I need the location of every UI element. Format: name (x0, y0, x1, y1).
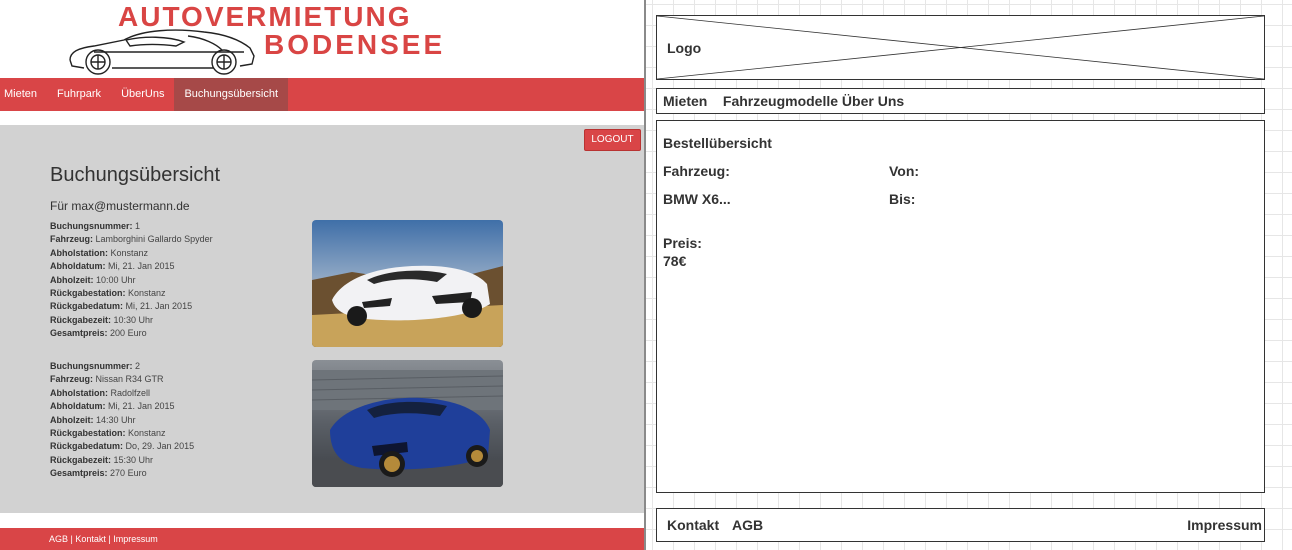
wireframe-logo-box: Logo (656, 15, 1265, 80)
nav-item-fuhrpark[interactable]: Fuhrpark (47, 78, 111, 111)
wireframe-price-value: 78€ (663, 253, 687, 269)
wireframe-to-label: Bis: (889, 191, 916, 207)
nav-item-mieten[interactable]: Mieten (0, 78, 47, 111)
footer-link-agb[interactable]: AGB (49, 534, 68, 544)
main-navigation: Mieten Fuhrpark ÜberUns Buchungsübersich… (0, 78, 644, 111)
booking-pickup-date-row: Abholdatum: Mi, 21. Jan 2015 (50, 261, 175, 272)
booking-return-time-row: Rückgabezeit: 15:30 Uhr (50, 454, 154, 465)
wireframe-section-title: Bestellübersicht (663, 135, 772, 151)
wireframe-vehicle-label: Fahrzeug: (663, 163, 730, 179)
car-photo-white-sports-car (312, 220, 503, 347)
wireframe-footer-agb: AGB (732, 517, 764, 533)
booking-return-time-row: Rückgabezeit: 10:30 Uhr (50, 314, 154, 325)
wireframe-footer-kontakt: Kontakt (667, 517, 720, 533)
booking-return-station-row: Rückgabestation: Konstanz (50, 288, 166, 299)
wireframe-nav-box: Mieten Fahrzeugmodelle Über Uns (656, 88, 1265, 114)
site-logo-text-line2: BODENSEE (264, 29, 446, 60)
footer-link-impressum[interactable]: Impressum (113, 534, 158, 544)
wireframe-footer-impressum: Impressum (1187, 517, 1262, 533)
wireframe-mockup: Logo Mieten Fahrzeugmodelle Über Uns Bes… (646, 0, 1292, 550)
booking-vehicle-row: Fahrzeug: Nissan R34 GTR (50, 374, 164, 385)
booking-vehicle-row: Fahrzeug: Lamborghini Gallardo Spyder (50, 234, 213, 245)
site-footer: AGB | Kontakt | Impressum (0, 528, 644, 550)
page-title: Buchungsübersicht (50, 164, 221, 186)
logout-button[interactable]: LOGOUT (584, 129, 641, 151)
website-screenshot: AUTOVERMIETUNG BODENSEE Mieten Fuhrpark … (0, 0, 644, 550)
footer-link-kontakt[interactable]: Kontakt (75, 534, 106, 544)
nav-item-buchungsuebersicht[interactable]: Buchungsübersicht (174, 78, 289, 111)
booking-pickup-time-row: Abholzeit: 10:00 Uhr (50, 274, 136, 285)
booking-pickup-station-row: Abholstation: Radolfzell (50, 387, 151, 398)
booking-pickup-date-row: Abholdatum: Mi, 21. Jan 2015 (50, 401, 175, 412)
booking-return-date-row: Rückgabedatum: Do, 29. Jan 2015 (50, 441, 195, 452)
nav-item-ueberuns[interactable]: ÜberUns (111, 78, 174, 111)
booking-pickup-station-row: Abholstation: Konstanz (50, 247, 149, 258)
booking-overview-content: LOGOUT Buchungsübersicht Für max@musterm… (0, 125, 644, 513)
wireframe-from-label: Von: (889, 163, 920, 179)
booking-return-station-row: Rückgabestation: Konstanz (50, 428, 166, 439)
booking-total-price-row: Gesamtpreis: 200 Euro (50, 328, 147, 339)
wireframe-content-box: Bestellübersicht Fahrzeug: Von: BMW X6..… (656, 120, 1265, 493)
car-photo-blue-sports-car (312, 360, 503, 487)
wireframe-vehicle-value: BMW X6... (663, 191, 731, 207)
booking-number-row: Buchungsnummer: 1 (50, 221, 141, 231)
user-email-line: Für max@mustermann.de (50, 199, 190, 213)
wireframe-logo-label: Logo (667, 40, 702, 56)
booking-total-price-row: Gesamtpreis: 270 Euro (50, 468, 147, 479)
image-placeholder-cross-icon (657, 16, 1264, 79)
booking-return-date-row: Rückgabedatum: Mi, 21. Jan 2015 (50, 301, 193, 312)
wireframe-footer-box: Kontakt AGB Impressum (656, 508, 1265, 542)
booking-number-row: Buchungsnummer: 2 (50, 361, 141, 371)
site-header-logo[interactable]: AUTOVERMIETUNG BODENSEE (0, 0, 644, 78)
booking-entry-2: Buchungsnummer: 2 Fahrzeug: Nissan R34 G… (50, 360, 310, 481)
booking-entry-1: Buchungsnummer: 1 Fahrzeug: Lamborghini … (50, 220, 310, 341)
wireframe-price-label: Preis: (663, 235, 702, 251)
wireframe-nav-text: Mieten Fahrzeugmodelle Über Uns (663, 93, 905, 109)
booking-pickup-time-row: Abholzeit: 14:30 Uhr (50, 414, 136, 425)
